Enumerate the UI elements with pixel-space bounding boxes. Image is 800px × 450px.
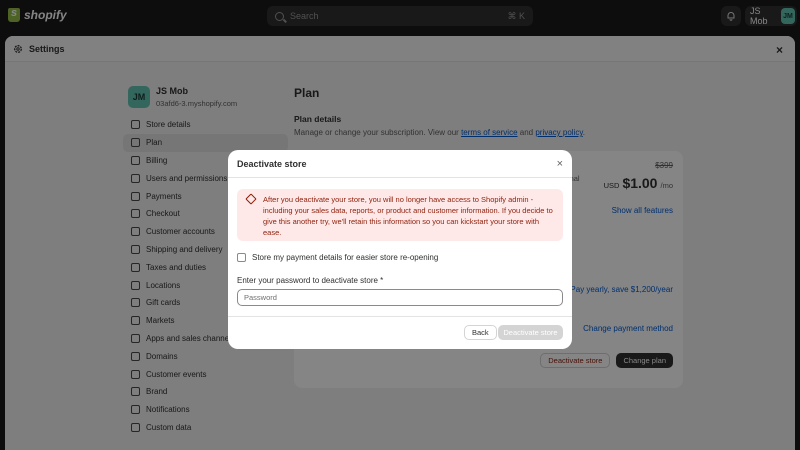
back-button[interactable]: Back xyxy=(464,325,497,340)
checkbox-label: Store my payment details for easier stor… xyxy=(252,253,439,262)
password-field[interactable] xyxy=(237,289,563,306)
warning-text: After you deactivate your store, you wil… xyxy=(263,195,553,237)
modal-footer: Back Deactivate store xyxy=(228,316,572,349)
warning-banner: After you deactivate your store, you wil… xyxy=(237,189,563,241)
deactivate-store-modal: Deactivate store × After you deactivate … xyxy=(228,150,572,349)
modal-header: Deactivate store × xyxy=(228,150,572,178)
store-payment-checkbox[interactable] xyxy=(237,253,246,262)
password-label: Enter your password to deactivate store … xyxy=(237,276,384,285)
warning-diamond-icon xyxy=(245,193,257,205)
close-icon[interactable]: × xyxy=(557,158,563,170)
deactivate-button[interactable]: Deactivate store xyxy=(498,325,563,340)
store-payment-checkbox-row[interactable]: Store my payment details for easier stor… xyxy=(237,253,438,262)
modal-title: Deactivate store xyxy=(237,158,307,169)
